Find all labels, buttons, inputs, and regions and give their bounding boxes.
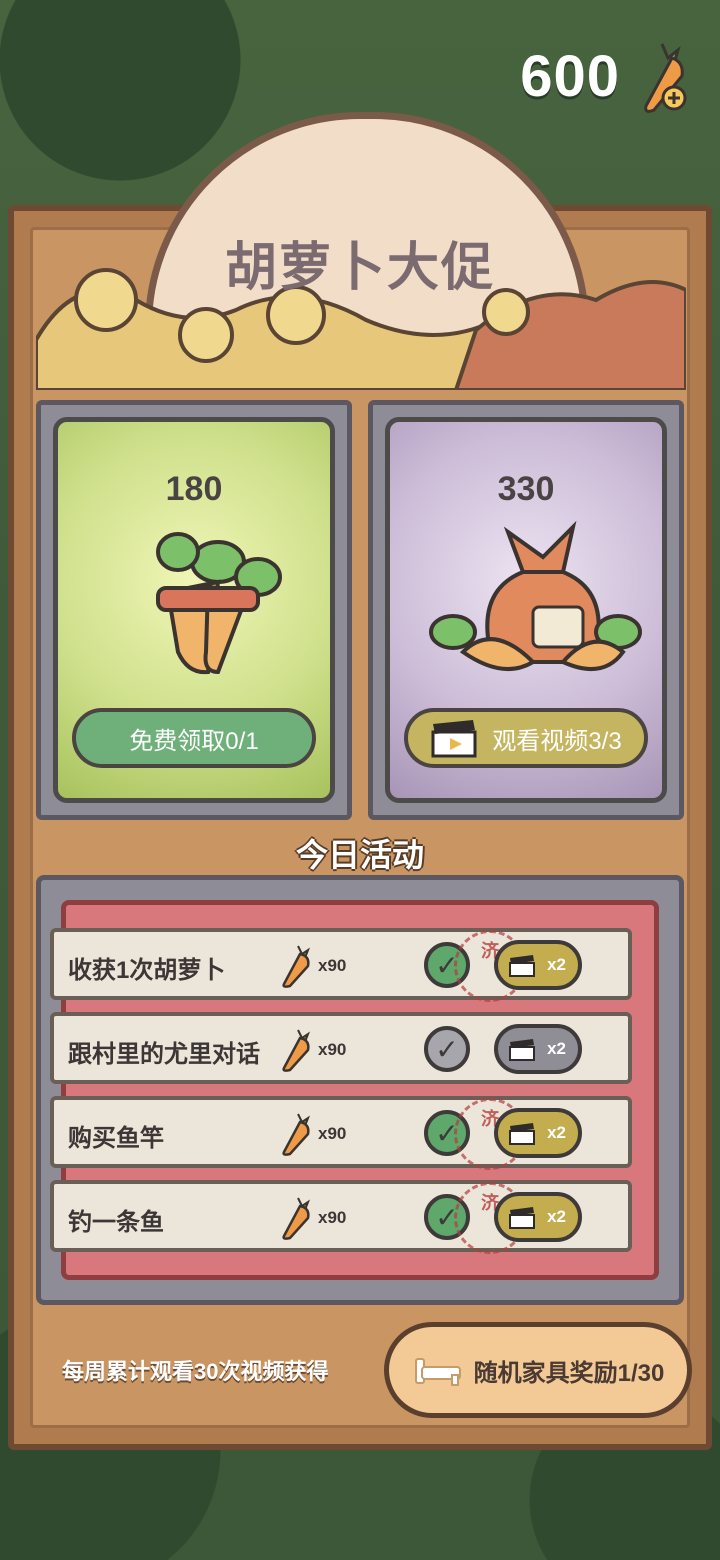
activity-row: 购买鱼竿 x90 ✓ 济 x2 (50, 1096, 632, 1170)
carrot-plus-icon[interactable] (632, 36, 692, 116)
activity-label: 钓一条鱼 (68, 1209, 164, 1236)
carrot-sack-icon (429, 520, 642, 671)
clapperboard-icon (509, 1039, 535, 1061)
double-reward-button[interactable]: x2 (494, 1192, 582, 1242)
multiplier-label: x2 (547, 1123, 566, 1142)
pending-check-icon: ✓ (424, 1026, 470, 1072)
offer-card-video: 330 观看视频3/3 (368, 400, 684, 820)
carrot-count: 600 (520, 43, 620, 109)
claim-free-button[interactable]: 免费领取0/1 (72, 708, 316, 768)
activity-label: 购买鱼竿 (68, 1125, 164, 1152)
clapperboard-icon (509, 955, 535, 977)
multiplier-label: x2 (547, 1207, 566, 1226)
weekly-description: 每周累计观看30次视频获得 (62, 1359, 329, 1384)
offer-amount: 180 (165, 470, 223, 508)
reward-amount: x90 (318, 956, 347, 975)
activity-label: 跟村里的尤里对话 (68, 1041, 260, 1068)
clapperboard-icon (509, 1123, 535, 1145)
bed-icon (414, 1358, 461, 1386)
activity-row: 跟村里的尤里对话 x90 ✓ x2 (50, 1012, 632, 1084)
clapperboard-icon (509, 1207, 535, 1229)
double-reward-button[interactable]: x2 (494, 1024, 582, 1074)
double-reward-button[interactable]: x2 (494, 940, 582, 990)
carrot-icon (282, 1029, 311, 1072)
carrot-icon (282, 1113, 311, 1156)
weekly-furniture-reward-button[interactable]: 随机家具奖励1/30 (384, 1322, 692, 1418)
offer-amount: 330 (497, 470, 555, 508)
activity-row: 收获1次胡萝卜 x90 ✓ 济 x2 (50, 928, 632, 1002)
carrot-bundle-icon (156, 532, 282, 675)
activities-title: 今日活动 (295, 837, 424, 873)
watch-video-button[interactable]: 观看视频3/3 (404, 708, 648, 768)
multiplier-label: x2 (547, 1039, 566, 1058)
page-title: 胡萝卜大促 (224, 239, 495, 297)
carrot-currency[interactable]: 600 (520, 36, 692, 116)
clapperboard-icon (431, 720, 477, 758)
offer-card-face: 330 观看视频3/3 (385, 417, 667, 803)
carrot-icon (282, 1197, 311, 1240)
activity-row: 钓一条鱼 x90 ✓ 济 x2 (50, 1180, 632, 1254)
activity-label: 收获1次胡萝卜 (68, 957, 226, 984)
reward-amount: x90 (318, 1124, 347, 1143)
watch-video-label: 观看视频3/3 (492, 727, 622, 755)
reward-amount: x90 (318, 1040, 347, 1059)
reward-amount: x90 (318, 1208, 347, 1227)
offer-card-free: 180 免费领取0/1 (36, 400, 352, 820)
carrot-icon (282, 945, 311, 988)
double-reward-button[interactable]: x2 (494, 1108, 582, 1158)
multiplier-label: x2 (547, 955, 566, 974)
weekly-button-label: 随机家具奖励1/30 (473, 1359, 665, 1387)
offer-card-face: 180 免费领取0/1 (53, 417, 335, 803)
claim-free-label: 免费领取0/1 (129, 727, 259, 755)
